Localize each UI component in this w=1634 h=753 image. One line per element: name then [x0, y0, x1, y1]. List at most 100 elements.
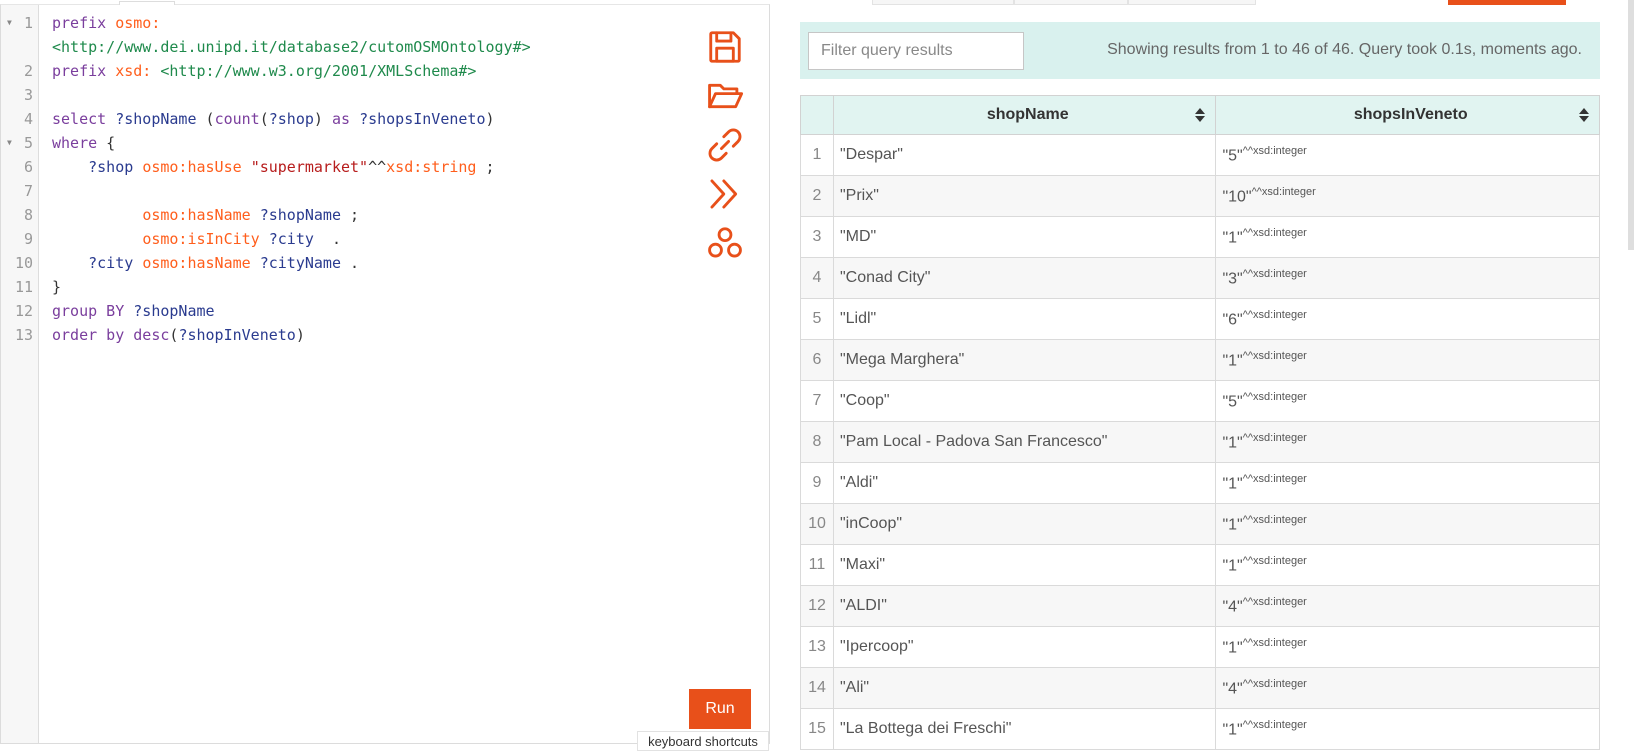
column-header-shopname[interactable]: shopName	[832, 95, 1217, 135]
code-line[interactable]: 6 ?shop osmo:hasUse "supermarket"^^xsd:s…	[1, 155, 691, 179]
results-tabs	[800, 0, 1600, 5]
column-header-shopsinveneto[interactable]: shopsInVeneto	[1215, 95, 1600, 135]
table-row: 9 "Aldi" "1"^^xsd:integer	[800, 462, 1600, 504]
table-row: 5 "Lidl" "6"^^xsd:integer	[800, 298, 1600, 340]
count-value: "4"	[1222, 680, 1243, 698]
row-index: 6	[800, 339, 834, 381]
datatype-label: ^^xsd:integer	[1242, 349, 1307, 362]
table-row: 6 "Mega Marghera" "1"^^xsd:integer	[800, 339, 1600, 381]
count-value: "5"	[1222, 393, 1243, 411]
line-number: 4	[23, 110, 33, 128]
code-line[interactable]: 9 osmo:isInCity ?city .	[1, 227, 691, 251]
count-value: "1"	[1222, 516, 1243, 534]
datatype-label: ^^xsd:integer	[1242, 390, 1307, 403]
shop-name-cell: "Coop"	[832, 380, 1217, 422]
line-number: 1	[23, 14, 33, 32]
code-line[interactable]: 5 ▼ where {	[1, 131, 691, 155]
shop-name-cell: "La Bottega dei Freschi"	[832, 708, 1217, 750]
code-text: ?city osmo:hasName ?cityName .	[88, 254, 360, 272]
shops-count-cell: "6"^^xsd:integer	[1215, 298, 1600, 340]
shops-count-cell: "3"^^xsd:integer	[1215, 257, 1600, 299]
row-index: 5	[800, 298, 834, 340]
sort-icon[interactable]	[1579, 108, 1589, 124]
count-value: "1"	[1222, 721, 1243, 739]
shops-count-cell: "1"^^xsd:integer	[1215, 626, 1600, 668]
table-row: 1 "Despar" "5"^^xsd:integer	[800, 134, 1600, 176]
editor-tab[interactable]	[119, 1, 175, 5]
code-area[interactable]: 1 ▼ prefix osmo: <http://www.dei.unipd.it/d…	[1, 11, 691, 347]
row-index: 8	[800, 421, 834, 463]
code-line[interactable]: 2 prefix xsd: <http://www.w3.org/2001/XML…	[1, 59, 691, 83]
link-icon	[708, 128, 742, 162]
row-index: 3	[800, 216, 834, 258]
table-row: 10 "inCoop" "1"^^xsd:integer	[800, 503, 1600, 545]
shop-name-cell: "Conad City"	[832, 257, 1217, 299]
shop-name-cell: "ALDI"	[832, 585, 1217, 627]
shop-name-cell: "Despar"	[832, 134, 1217, 176]
share-link-button[interactable]	[701, 121, 749, 169]
page-scrollbar[interactable]	[1628, 0, 1634, 250]
datatype-label: ^^xsd:integer	[1242, 308, 1307, 321]
table-row: 8 "Pam Local - Padova San Francesco" "1"^^…	[800, 421, 1600, 463]
shop-name-cell: "Mega Marghera"	[832, 339, 1217, 381]
code-line[interactable]: 8 osmo:hasName ?shopName ;	[1, 203, 691, 227]
download-button[interactable]	[1448, 0, 1566, 5]
column-header-label: shopsInVeneto	[1353, 106, 1468, 123]
count-value: "1"	[1222, 434, 1243, 452]
results-tab-2[interactable]	[1014, 0, 1128, 5]
shops-count-cell: "1"^^xsd:integer	[1215, 708, 1600, 750]
shops-count-cell: "1"^^xsd:integer	[1215, 421, 1600, 463]
shops-count-cell: "5"^^xsd:integer	[1215, 134, 1600, 176]
line-number: 3	[23, 86, 33, 104]
filter-results-input[interactable]	[808, 32, 1024, 70]
code-text: prefix xsd: <http://www.w3.org/2001/XMLS…	[52, 62, 477, 80]
datatype-label: ^^xsd:integer	[1242, 636, 1307, 649]
row-index: 11	[800, 544, 834, 586]
expand-results-button[interactable]	[701, 170, 749, 218]
sort-icon[interactable]	[1195, 108, 1206, 124]
visual-graph-button[interactable]	[701, 219, 749, 267]
datatype-label: ^^xsd:integer	[1242, 554, 1307, 567]
table-row: 11 "Maxi" "1"^^xsd:integer	[800, 544, 1600, 586]
column-header-label: shopName	[986, 106, 1069, 123]
code-line[interactable]: <http://www.dei.unipd.it/database2/cutom…	[1, 35, 691, 59]
datatype-label: ^^xsd:integer	[1242, 144, 1307, 157]
code-line[interactable]: 13 order by desc(?shopInVeneto)	[1, 323, 691, 347]
results-tab-3[interactable]	[1128, 0, 1256, 5]
query-editor[interactable]: 1 ▼ prefix osmo: <http://www.dei.unipd.it/d…	[0, 1, 770, 751]
shop-name-cell: "Aldi"	[832, 462, 1217, 504]
code-text: order by desc(?shopInVeneto)	[52, 326, 305, 344]
shops-count-cell: "5"^^xsd:integer	[1215, 380, 1600, 422]
table-row: 13 "Ipercoop" "1"^^xsd:integer	[800, 626, 1600, 668]
run-button[interactable]: Run	[689, 689, 751, 729]
save-query-button[interactable]	[701, 23, 749, 71]
code-line[interactable]: 10 ?city osmo:hasName ?cityName .	[1, 251, 691, 275]
open-folder-icon	[708, 83, 744, 109]
code-line[interactable]: 12 group BY ?shopName	[1, 299, 691, 323]
datatype-label: ^^xsd:integer	[1242, 677, 1307, 690]
row-index: 9	[800, 462, 834, 504]
save-icon	[709, 31, 741, 63]
line-number: 11	[14, 278, 33, 296]
code-text: osmo:isInCity ?city .	[142, 230, 341, 248]
code-line[interactable]: 3	[1, 83, 691, 107]
table-row: 2 "Prix" "10"^^xsd:integer	[800, 175, 1600, 217]
keyboard-shortcuts-link[interactable]: keyboard shortcuts	[637, 731, 769, 751]
row-index: 14	[800, 667, 834, 709]
shops-count-cell: "4"^^xsd:integer	[1215, 667, 1600, 709]
code-line[interactable]: 1 ▼ prefix osmo:	[1, 11, 691, 35]
results-tab-1[interactable]	[872, 0, 1014, 5]
shops-count-cell: "4"^^xsd:integer	[1215, 585, 1600, 627]
table-row: 12 "ALDI" "4"^^xsd:integer	[800, 585, 1600, 627]
code-line[interactable]: 11}	[1, 275, 691, 299]
code-line[interactable]: 7	[1, 179, 691, 203]
count-value: "1"	[1222, 557, 1243, 575]
fold-arrow-icon[interactable]: ▼	[7, 11, 12, 35]
code-line[interactable]: 4 select ?shopName (count(?shop) as ?shop…	[1, 107, 691, 131]
count-value: "5"	[1222, 147, 1243, 165]
open-query-button[interactable]	[701, 72, 749, 120]
line-number: 2	[23, 62, 33, 80]
fold-arrow-icon[interactable]: ▼	[7, 131, 12, 155]
datatype-label: ^^xsd:integer	[1242, 595, 1307, 608]
shop-name-cell: "MD"	[832, 216, 1217, 258]
